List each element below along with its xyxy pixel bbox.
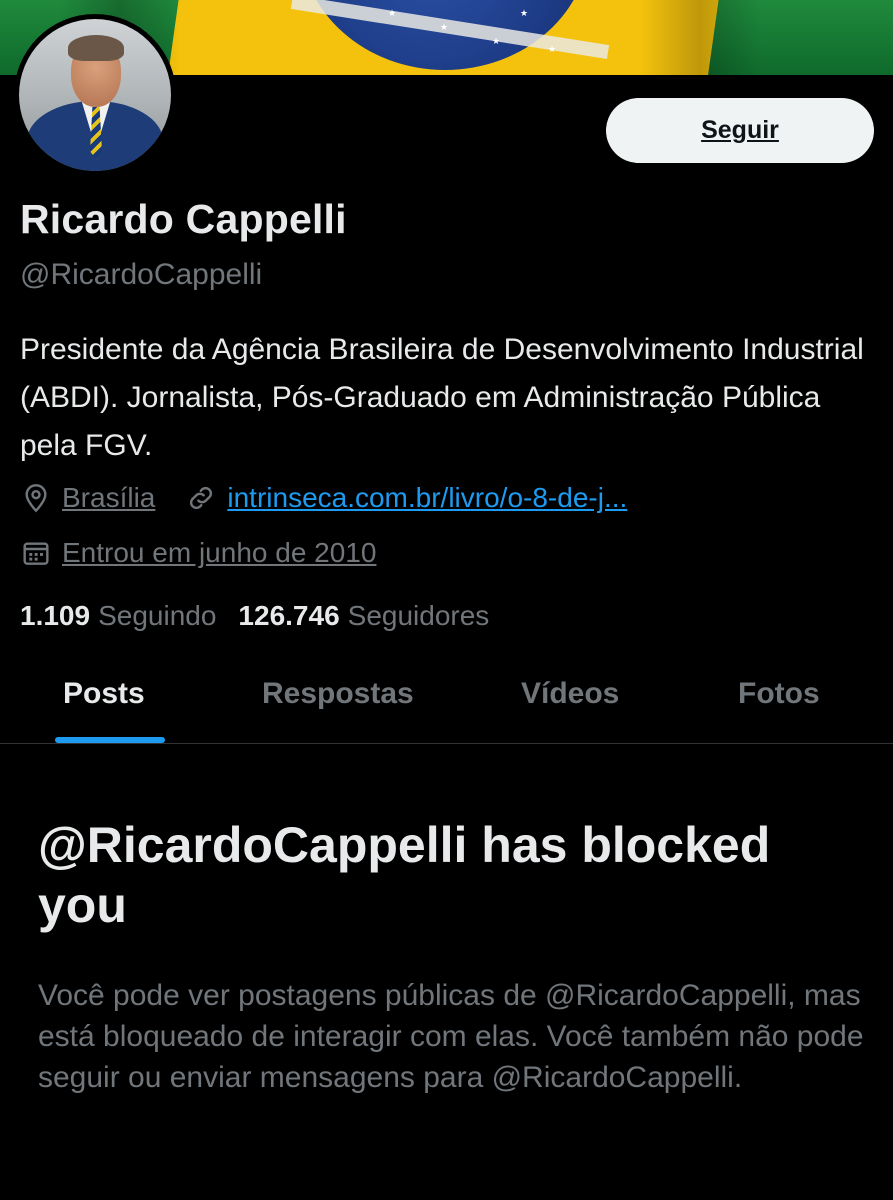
avatar[interactable] [14, 14, 176, 176]
calendar-icon [23, 542, 49, 565]
profile-tabs: Posts Respostas Vídeos Fotos [0, 655, 893, 744]
avatar-hair [68, 35, 124, 61]
avatar-photo [19, 19, 171, 171]
blocked-message: Você pode ver postagens públicas de @Ric… [38, 979, 864, 1094]
profile-name: Ricardo Cappelli [20, 196, 347, 242]
follow-button[interactable]: Seguir [606, 98, 874, 163]
followers-stat[interactable]: 126.746 Seguidores [238, 600, 489, 632]
profile-joined-row: Entrou em junho de 2010 [20, 537, 376, 569]
tab-respostas[interactable]: Respostas [262, 677, 414, 711]
tab-videos[interactable]: Vídeos [521, 677, 619, 711]
blocked-title: @RicardoCappelli has blocked you [38, 817, 771, 933]
following-count: 1.109 [20, 600, 91, 631]
followers-label: Seguidores [347, 600, 490, 631]
banner-star-icon: ★ [388, 8, 397, 18]
profile-meta-row: Brasília intrinseca.com.br/livro/o-8-de-… [20, 482, 627, 514]
banner-star-icon: ★ [520, 8, 529, 18]
profile-bio: Presidente da Agência Brasileira de Dese… [20, 333, 864, 462]
profile-joined-date: Entrou em junho de 2010 [62, 537, 377, 568]
profile-stats: 1.109 Seguindo 126.746 Seguidores [20, 600, 511, 632]
tab-posts[interactable]: Posts [63, 677, 145, 711]
following-label: Seguindo [98, 600, 217, 631]
following-stat[interactable]: 1.109 Seguindo [20, 600, 216, 632]
banner-star-icon: ★ [440, 22, 449, 32]
profile-website-link[interactable]: intrinseca.com.br/livro/o-8-de-j... [227, 482, 627, 514]
profile-location[interactable]: Brasília [62, 482, 155, 514]
active-tab-indicator [55, 737, 165, 743]
banner-star-icon: ★ [492, 36, 501, 46]
location-pin-icon [25, 484, 47, 513]
banner-fold [640, 0, 760, 75]
tab-fotos[interactable]: Fotos [738, 677, 820, 711]
banner-star-icon: ★ [548, 44, 557, 54]
profile-handle: @RicardoCappelli [20, 258, 263, 291]
followers-count: 126.746 [238, 600, 340, 631]
link-icon [190, 486, 213, 510]
